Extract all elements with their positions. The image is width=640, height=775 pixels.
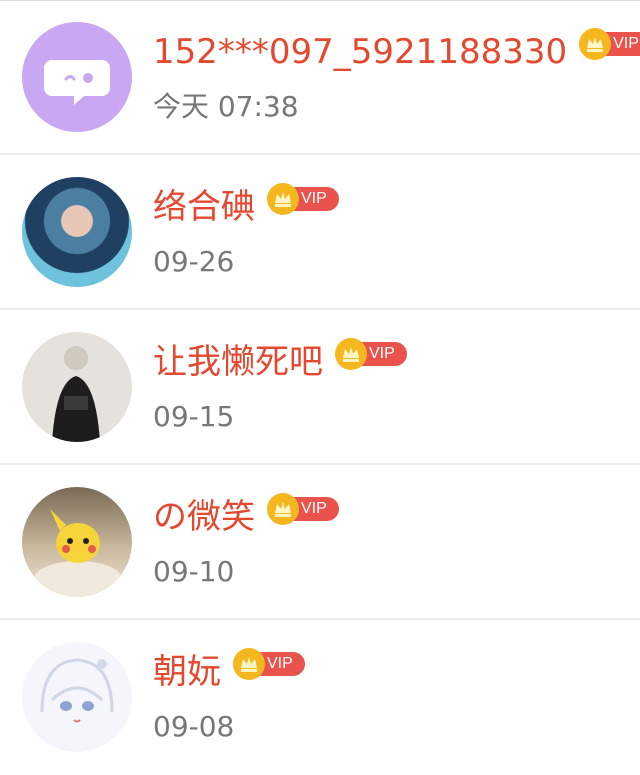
chat-bubble-icon: [44, 60, 110, 105]
contact-name: 朝妧: [153, 652, 221, 692]
list-item[interactable]: 让我懒死吧 VIP 09-15: [0, 310, 640, 465]
last-active-time: 09-15: [153, 400, 235, 433]
contact-name: の微笑: [153, 497, 255, 537]
anime-girl-drawing: [40, 658, 114, 723]
crown-icon: [267, 183, 299, 215]
last-active-time: 09-10: [153, 555, 235, 588]
avatar[interactable]: [22, 487, 132, 597]
avatar[interactable]: [22, 22, 132, 132]
contact-name: 152***097_5921188330: [153, 32, 568, 72]
vip-badge: VIP: [267, 493, 339, 525]
list-item[interactable]: 络合碘 VIP 09-26: [0, 155, 640, 310]
contact-name-line: 让我懒死吧 VIP: [153, 338, 407, 384]
vip-badge: VIP: [335, 338, 407, 370]
contact-name-line: 朝妧 VIP: [153, 648, 305, 694]
crown-icon: [233, 648, 265, 680]
pikachu-photo: [34, 509, 122, 597]
contact-name: 让我懒死吧: [153, 342, 323, 382]
list-item[interactable]: 152***097_5921188330 VIP 今天 07:38: [0, 0, 640, 155]
contact-name-line: の微笑 VIP: [153, 493, 339, 539]
contact-list: 152***097_5921188330 VIP 今天 07:38 络合碘 VI…: [0, 0, 640, 775]
avatar[interactable]: [22, 332, 132, 442]
last-active-time: 09-08: [153, 710, 235, 743]
figure-photo: [52, 346, 100, 442]
avatar[interactable]: [22, 177, 132, 287]
contact-name: 络合碘: [153, 187, 255, 227]
last-active-time: 今天 07:38: [153, 90, 299, 123]
list-item[interactable]: の微笑 VIP 09-10: [0, 465, 640, 620]
contact-name-line: 152***097_5921188330 VIP: [153, 28, 640, 74]
vip-badge: VIP: [233, 648, 305, 680]
crown-icon: [579, 28, 612, 60]
last-active-time: 09-26: [153, 245, 235, 278]
vip-badge: VIP: [579, 28, 640, 60]
crown-icon: [335, 338, 367, 370]
vip-badge: VIP: [267, 183, 339, 215]
contact-name-line: 络合碘 VIP: [153, 183, 339, 229]
list-item[interactable]: 朝妧 VIP 09-08: [0, 620, 640, 775]
crown-icon: [267, 493, 299, 525]
avatar[interactable]: [22, 642, 132, 752]
